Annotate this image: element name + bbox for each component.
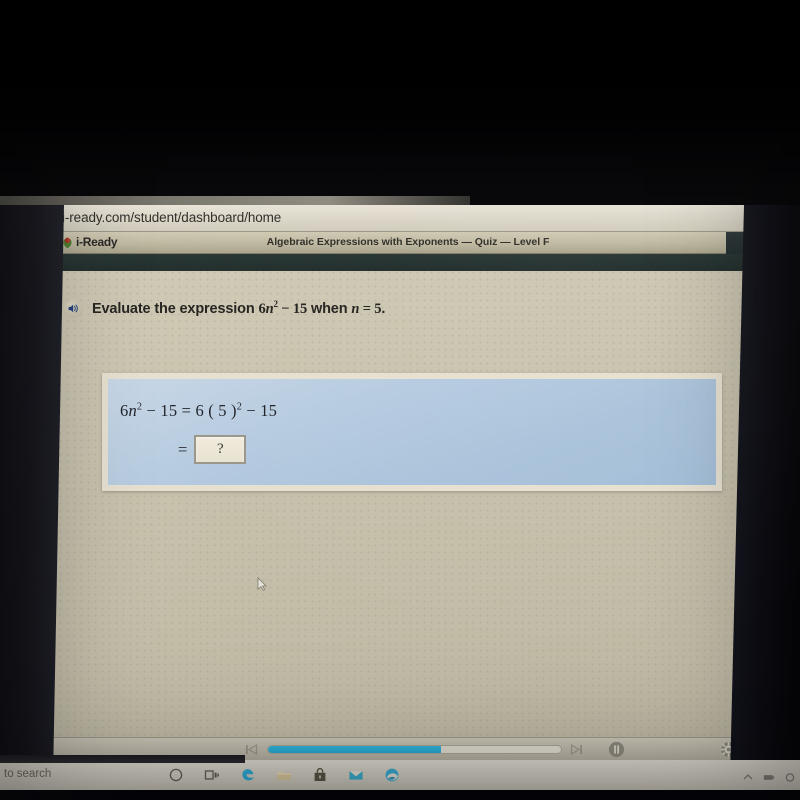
header-accent-band xyxy=(52,254,764,271)
question-prefix: Evaluate the expression xyxy=(92,300,259,317)
question-period: . xyxy=(381,300,386,317)
answer-input[interactable]: ? xyxy=(194,435,247,464)
taskbar-icon-group xyxy=(168,760,400,790)
answer-equals-sign: = xyxy=(178,439,188,459)
skip-previous-icon[interactable] xyxy=(245,743,258,756)
work-equals: = xyxy=(177,401,196,420)
monitor-top-bezel xyxy=(0,0,800,205)
bezel-light-glint xyxy=(0,196,470,205)
windows-taskbar: to search xyxy=(0,760,800,790)
work-rhs-value: 5 xyxy=(218,401,227,420)
show-hidden-icons-chevron[interactable] xyxy=(742,770,754,781)
work-lhs-var: n xyxy=(128,401,137,420)
progress-bar-fill xyxy=(268,746,441,753)
photographed-screen: ttps://login.i-ready.com/student/dashboa… xyxy=(0,0,800,800)
answer-row: = ? xyxy=(178,435,247,464)
edge-browser-icon[interactable] xyxy=(240,767,256,783)
work-lhs-tail: − 15 xyxy=(142,401,178,420)
mouse-cursor xyxy=(257,576,267,591)
progress-bar[interactable] xyxy=(267,745,562,754)
work-rhs-coeff: 6 xyxy=(195,401,204,420)
quiz-content-area: Evaluate the expression 6n2 − 15 when n … xyxy=(52,271,764,737)
mail-icon[interactable] xyxy=(348,767,364,783)
skip-next-icon[interactable] xyxy=(570,743,583,756)
work-rhs-open-paren: ( xyxy=(203,401,219,420)
taskbar-search-text[interactable]: to search xyxy=(4,768,51,780)
quiz-header-bar: i-Ready Algebraic Expressions with Expon… xyxy=(52,232,764,254)
question-text: Evaluate the expression 6n2 − 15 when n … xyxy=(92,299,385,318)
work-panel: 6n2 − 15 = 6 ( 5 )2 − 15 = ? xyxy=(102,373,722,491)
question-row: Evaluate the expression 6n2 − 15 when n … xyxy=(64,299,385,318)
cortana-circle-icon[interactable] xyxy=(168,767,184,783)
speaker-audio-icon[interactable] xyxy=(64,299,83,318)
network-icon[interactable] xyxy=(784,770,796,782)
microsoft-store-icon[interactable] xyxy=(312,767,328,783)
work-equation-line: 6n2 − 15 = 6 ( 5 )2 − 15 xyxy=(120,401,277,421)
quiz-title: Algebraic Expressions with Exponents — Q… xyxy=(266,236,550,248)
question-middle: when xyxy=(307,300,352,317)
monitor-bottom-bezel xyxy=(0,790,800,800)
file-explorer-icon[interactable] xyxy=(276,767,292,783)
iready-app-window: i-Ready Algebraic Expressions with Expon… xyxy=(52,232,764,760)
question-coeff: 6 xyxy=(258,300,266,317)
question-equals: = xyxy=(359,300,375,317)
task-view-icon[interactable] xyxy=(204,767,220,783)
pause-icon[interactable] xyxy=(608,741,625,758)
battery-icon[interactable] xyxy=(763,770,775,781)
question-expr-tail: − 15 xyxy=(277,300,308,317)
work-rhs-close-paren: ) xyxy=(226,401,237,420)
edge-chromium-icon[interactable] xyxy=(384,767,400,783)
work-rhs-tail: − 15 xyxy=(242,401,278,420)
taskbar-upper-shadow xyxy=(0,755,245,763)
urlbar-divider xyxy=(0,231,800,232)
browser-url-bar[interactable]: ttps://login.i-ready.com/student/dashboa… xyxy=(0,205,800,232)
system-tray xyxy=(742,760,796,790)
